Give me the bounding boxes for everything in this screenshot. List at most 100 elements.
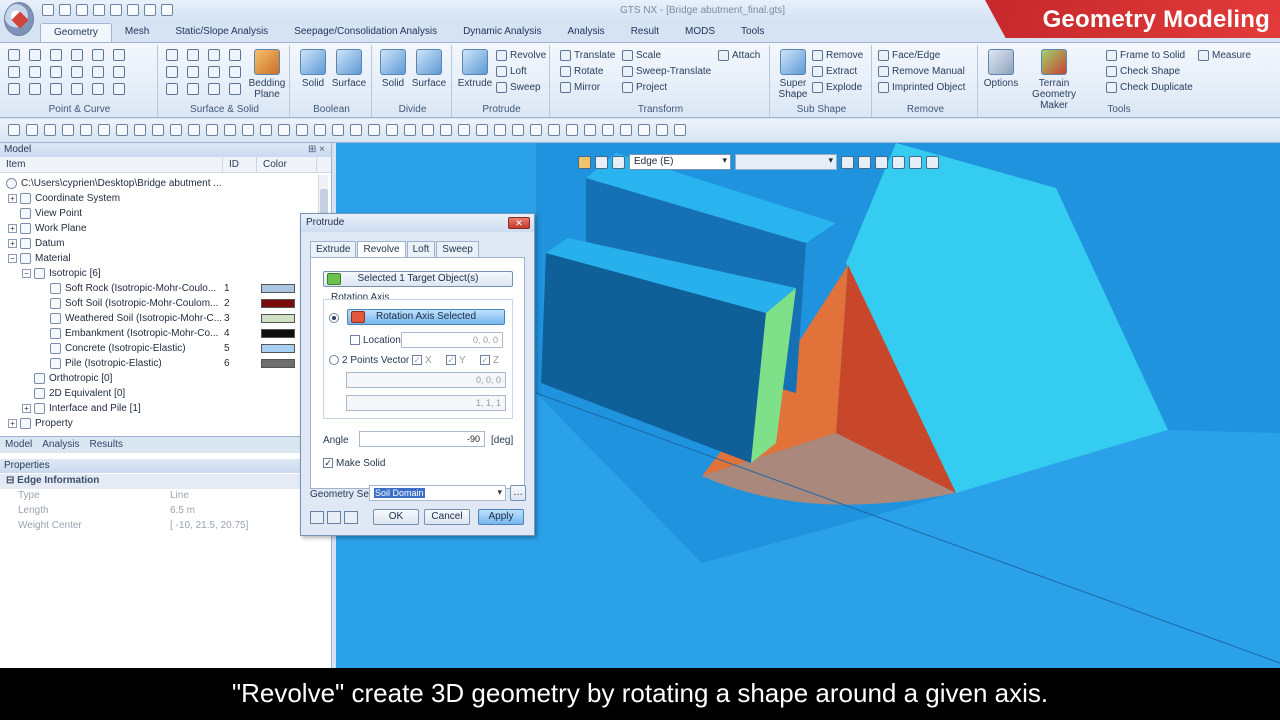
remove-manual-button[interactable]: Remove Manual — [878, 66, 965, 77]
tree-item-datum[interactable]: + Datum — [8, 236, 64, 251]
circle-icon[interactable] — [29, 49, 41, 61]
geometry-set-more-button[interactable]: … — [510, 485, 526, 501]
cancel-button[interactable]: Cancel — [424, 509, 470, 525]
options-button[interactable]: Options — [982, 49, 1020, 89]
extend-icon[interactable] — [113, 66, 125, 78]
divide-surface-button[interactable]: Surface — [410, 49, 448, 89]
arc-icon[interactable] — [50, 49, 62, 61]
col-id[interactable]: ID — [223, 157, 257, 172]
new-file-icon[interactable] — [42, 4, 54, 16]
geometry-set-dropdown[interactable]: Soil Domain ▾ — [369, 485, 506, 501]
pick-icon[interactable] — [224, 124, 236, 136]
cone-icon[interactable] — [229, 49, 241, 61]
angle-input[interactable]: -90 — [359, 431, 485, 447]
solid-icon[interactable] — [229, 83, 241, 95]
ellipse-icon[interactable] — [50, 83, 62, 95]
imprinted-object-button[interactable]: Imprinted Object — [878, 82, 965, 93]
sphere-icon[interactable] — [187, 49, 199, 61]
radio-axis-select[interactable] — [329, 313, 339, 323]
tab-sweep[interactable]: Sweep — [436, 241, 479, 258]
snap-icon[interactable] — [80, 124, 92, 136]
select-icon[interactable] — [8, 124, 20, 136]
tree-item-property[interactable]: + Property — [8, 416, 73, 431]
section2-icon[interactable] — [476, 124, 488, 136]
torus-icon[interactable] — [166, 66, 178, 78]
tree-item-isotropic[interactable]: − Isotropic [6] — [22, 266, 101, 281]
preview-icon[interactable] — [310, 511, 324, 524]
explode-button[interactable]: Explode — [812, 82, 863, 93]
point-icon[interactable] — [8, 49, 20, 61]
check-duplicate-button[interactable]: Check Duplicate — [1106, 82, 1193, 93]
boolean-solid-button[interactable]: Solid — [294, 49, 332, 89]
offset-icon[interactable] — [71, 66, 83, 78]
attach-button[interactable]: Attach — [718, 50, 760, 61]
frame-to-solid-button[interactable]: Frame to Solid — [1106, 50, 1193, 61]
select-mode-icon[interactable] — [578, 155, 591, 169]
polygon-icon[interactable] — [29, 66, 41, 78]
group-icon[interactable] — [62, 124, 74, 136]
unlock-icon[interactable] — [44, 124, 56, 136]
surface-icon[interactable] — [208, 83, 220, 95]
extract-button[interactable]: Extract — [812, 66, 863, 77]
tab-tools[interactable]: Tools — [728, 23, 777, 43]
polyline-icon[interactable] — [8, 83, 20, 95]
super-shape-button[interactable]: Super Shape — [774, 49, 812, 100]
shade3-icon[interactable] — [674, 124, 686, 136]
tree-item-work-plane[interactable]: + Work Plane — [8, 221, 87, 236]
view-iso-icon[interactable] — [602, 124, 614, 136]
rotate-view2-icon[interactable] — [422, 124, 434, 136]
col-item[interactable]: Item — [0, 157, 223, 172]
undo-icon[interactable] — [127, 4, 139, 16]
grid2-icon[interactable] — [134, 124, 146, 136]
lock-icon[interactable] — [26, 124, 38, 136]
shade2-icon[interactable] — [656, 124, 668, 136]
select-all-icon[interactable] — [841, 155, 854, 169]
spline-icon[interactable] — [50, 66, 62, 78]
tab-revolve[interactable]: Revolve — [357, 241, 406, 258]
y-checkbox[interactable]: ✓ — [446, 355, 456, 365]
bedding-plane-button[interactable]: Bedding Plane — [248, 49, 286, 100]
measure-button[interactable]: Measure — [1198, 50, 1251, 61]
pattern-icon[interactable] — [188, 124, 200, 136]
select-previous-icon[interactable] — [926, 155, 939, 169]
radio-two-points[interactable] — [329, 355, 339, 365]
pick3-icon[interactable] — [260, 124, 272, 136]
expand-icon[interactable]: + — [8, 194, 17, 203]
import-icon[interactable] — [110, 4, 122, 16]
line-icon[interactable] — [8, 66, 20, 78]
view-right-icon[interactable] — [566, 124, 578, 136]
invert-select-icon[interactable] — [875, 155, 888, 169]
tree-item-coordinate-system[interactable]: + Coordinate System — [8, 191, 120, 206]
curve-icon[interactable] — [113, 83, 125, 95]
customize-icon[interactable] — [161, 4, 173, 16]
tree-item-view-point[interactable]: View Point — [20, 206, 82, 221]
pen-icon[interactable] — [332, 124, 344, 136]
chevron-down-icon[interactable]: ▾ — [497, 487, 502, 498]
tab-model[interactable]: Model — [0, 437, 37, 453]
measure-tb-icon[interactable] — [314, 124, 326, 136]
grid-icon[interactable] — [116, 124, 128, 136]
tab-mesh[interactable]: Mesh — [112, 23, 162, 43]
view-front-icon[interactable] — [512, 124, 524, 136]
zoom-window-icon[interactable] — [368, 124, 380, 136]
view-left-icon[interactable] — [548, 124, 560, 136]
tab-geometry[interactable]: Geometry — [40, 23, 112, 43]
material-color-swatch[interactable] — [261, 284, 295, 293]
shell-icon[interactable] — [187, 83, 199, 95]
section-icon[interactable] — [458, 124, 470, 136]
zoom-fit-icon[interactable] — [386, 124, 398, 136]
collapse-icon[interactable]: − — [8, 254, 17, 263]
axis3-icon[interactable] — [494, 124, 506, 136]
trim-icon[interactable] — [113, 49, 125, 61]
mirror-button[interactable]: Mirror — [560, 82, 615, 93]
tab-result[interactable]: Result — [618, 23, 672, 43]
wedge-icon[interactable] — [208, 66, 220, 78]
point1-field[interactable]: 0, 0, 0 — [346, 372, 506, 388]
dialog-titlebar[interactable]: Protrude ✕ — [301, 214, 534, 232]
box-icon[interactable] — [166, 49, 178, 61]
location-field[interactable]: 0, 0, 0 — [401, 332, 503, 348]
tab-results[interactable]: Results — [85, 437, 128, 453]
tab-analysis-panel[interactable]: Analysis — [37, 437, 84, 453]
sweep-button[interactable]: Sweep — [496, 82, 546, 93]
divide-solid-button[interactable]: Solid — [374, 49, 412, 89]
